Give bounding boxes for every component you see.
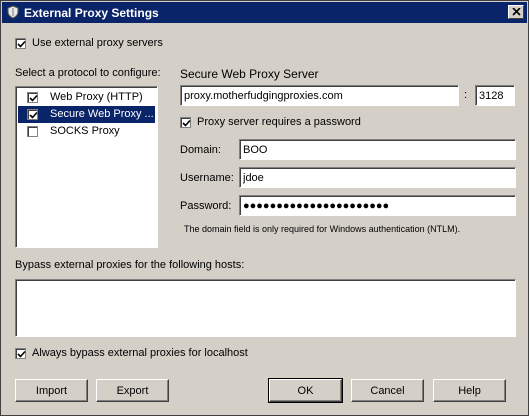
checkmark-icon	[17, 350, 26, 358]
protocol-item-http[interactable]: Web Proxy (HTTP)	[18, 89, 155, 106]
protocol-item-label: SOCKS Proxy	[50, 125, 120, 137]
checkmark-icon	[29, 111, 38, 119]
protocol-heading: Select a protocol to configure:	[15, 67, 161, 79]
ok-button[interactable]: OK	[268, 378, 343, 403]
server-heading: Secure Web Proxy Server	[180, 67, 319, 81]
domain-input[interactable]	[243, 142, 510, 157]
protocol-item-socks[interactable]: SOCKS Proxy	[18, 123, 155, 140]
checkmark-icon	[29, 94, 38, 102]
requires-password-label: Proxy server requires a password	[197, 116, 361, 128]
protocol-item-label: Web Proxy (HTTP)	[50, 91, 143, 103]
proxy-host-input[interactable]	[184, 88, 453, 103]
title-bar: External Proxy Settings	[2, 2, 527, 23]
bypass-heading: Bypass external proxies for the followin…	[15, 259, 245, 271]
app-shield-icon	[6, 5, 20, 19]
use-external-proxy-label: Use external proxy servers	[32, 37, 163, 49]
ntlm-note: The domain field is only required for Wi…	[184, 224, 461, 234]
protocol-item-label: Secure Web Proxy ...	[50, 108, 154, 120]
proxy-settings-dialog: External Proxy Settings Use external pro…	[0, 0, 529, 416]
username-input[interactable]	[243, 170, 510, 185]
import-button[interactable]: Import	[15, 379, 88, 402]
bypass-localhost-label: Always bypass external proxies for local…	[32, 347, 248, 359]
bypass-localhost-checkbox[interactable]	[15, 348, 26, 359]
requires-password-checkbox[interactable]	[180, 117, 191, 128]
proxy-port-input[interactable]	[479, 88, 509, 103]
cancel-button[interactable]: Cancel	[351, 379, 424, 402]
proxy-port-field[interactable]	[475, 85, 515, 106]
username-label: Username:	[180, 172, 234, 184]
username-field[interactable]	[239, 167, 516, 188]
protocol-https-checkbox[interactable]	[27, 109, 38, 120]
help-button[interactable]: Help	[433, 379, 506, 402]
protocol-list[interactable]: Web Proxy (HTTP) Secure Web Proxy ... SO…	[15, 86, 158, 248]
checkmark-icon	[182, 119, 191, 127]
export-button[interactable]: Export	[96, 379, 169, 402]
protocol-http-checkbox[interactable]	[27, 92, 38, 103]
protocol-socks-checkbox[interactable]	[27, 126, 38, 137]
password-label: Password:	[180, 200, 232, 212]
domain-field[interactable]	[239, 139, 516, 160]
checkmark-icon	[17, 40, 26, 48]
proxy-host-field[interactable]	[180, 85, 459, 106]
protocol-item-https[interactable]: Secure Web Proxy ...	[18, 106, 155, 123]
password-input[interactable]	[243, 198, 510, 213]
domain-label: Domain:	[180, 144, 221, 156]
use-external-proxy-checkbox[interactable]	[15, 38, 26, 49]
window-title: External Proxy Settings	[24, 6, 159, 20]
close-button[interactable]	[508, 5, 524, 19]
bypass-hosts-textarea[interactable]	[15, 279, 516, 337]
password-field[interactable]	[239, 195, 516, 216]
port-separator: :	[464, 89, 468, 101]
